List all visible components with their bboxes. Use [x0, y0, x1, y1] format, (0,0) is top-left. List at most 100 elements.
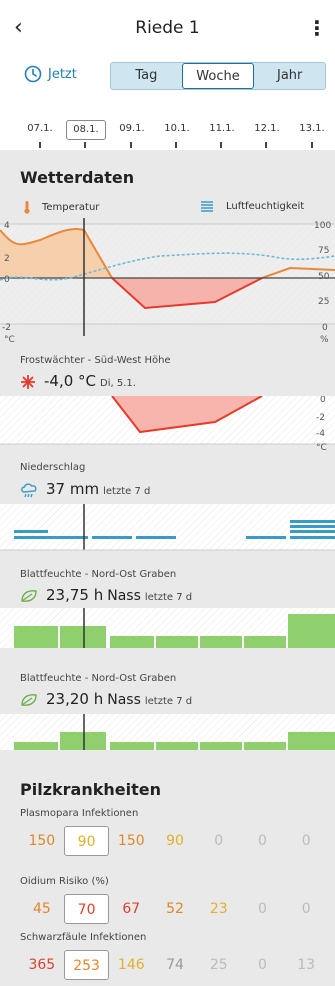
fungi-value-cell[interactable]: 0	[241, 826, 285, 856]
fungi-value-cell[interactable]: 146	[109, 950, 153, 980]
day-label[interactable]: 13.1.	[292, 120, 332, 138]
fungi-value-cell[interactable]: 52	[153, 894, 197, 924]
section-heading-weather: Wetterdaten	[20, 168, 135, 187]
now-label: Jetzt	[48, 66, 77, 82]
day-tick	[175, 142, 177, 148]
legend-temperature-label: Temperatur	[42, 201, 100, 213]
fungi-value-cell[interactable]: 365	[20, 950, 64, 980]
fungi-row-title: Plasmopara Infektionen	[20, 808, 139, 819]
day-tick	[84, 142, 86, 148]
now-button[interactable]: Jetzt	[24, 62, 77, 86]
fungi-value-cell[interactable]: 74	[153, 950, 197, 980]
day-tick	[265, 142, 267, 148]
temp-axis-label: 2	[4, 254, 10, 264]
rain-chart	[0, 504, 335, 551]
tab-week[interactable]: Woche	[181, 63, 255, 89]
leaf-icon	[21, 694, 37, 706]
temp-axis-label: -2	[2, 323, 11, 333]
thermometer-icon	[24, 201, 30, 214]
leaf2-chart	[0, 714, 335, 750]
fungi-value-cell[interactable]: 0	[241, 950, 285, 980]
rain-value-row: 37 mm letzte 7 d	[20, 480, 150, 500]
fungi-row-title: Oidium Risiko (%)	[20, 876, 109, 887]
frost-axis-label: -2	[316, 413, 325, 423]
fungi-value-cell[interactable]: 150	[109, 826, 153, 856]
legend-temperature: Temperatur	[22, 200, 99, 214]
day-label[interactable]: 07.1.	[20, 120, 60, 138]
day-label[interactable]: 09.1.	[112, 120, 152, 138]
fungi-value-cell[interactable]: 90	[153, 826, 197, 856]
frost-axis-label: 0	[320, 396, 326, 405]
fungi-value-cell[interactable]: 0	[284, 826, 328, 856]
tab-year[interactable]: Jahr	[254, 63, 325, 89]
legend-humidity-label: Luftfeuchtigkeit	[226, 200, 305, 212]
page-title: Riede 1	[135, 18, 200, 38]
fungi-value-cell[interactable]: 13	[284, 950, 328, 980]
frost-value-row: -4,0 °C Di, 5.1.	[20, 372, 136, 392]
day-label[interactable]: 11.1.	[202, 120, 242, 138]
fungi-value-cell[interactable]: 0	[241, 894, 285, 924]
fungi-value-cell[interactable]: 23	[197, 894, 241, 924]
frost-chart: 0 -2 -4 °C	[0, 396, 335, 453]
app-root: ‹ Riede 1 ⋮ Jetzt Tag Woche Jahr 07.1. 0…	[0, 0, 335, 986]
leaf2-period: letzte 7 d	[144, 696, 193, 707]
leaf1-value: 23,75 h	[46, 586, 104, 604]
leaf2-value: 23,20 h	[46, 690, 104, 708]
day-tick	[311, 142, 313, 148]
fungi-value-cell[interactable]: 150	[20, 826, 64, 856]
day-label[interactable]: 10.1.	[157, 120, 197, 138]
fungi-value-cell[interactable]: 0	[284, 894, 328, 924]
fungi-value-cell[interactable]: 0	[197, 826, 241, 856]
fungi-row-schwarzfaeule: 365 253 146 74 25 0 13	[20, 950, 328, 980]
hum-axis-label: 0	[322, 323, 328, 333]
hum-axis-label: 25	[318, 297, 329, 307]
leaf1-period: letzte 7 d	[144, 592, 193, 603]
leaf2-state: Nass	[107, 692, 141, 708]
leaf1-value-row: 23,75 h Nass letzte 7 d	[20, 586, 192, 606]
humidity-icon	[201, 201, 213, 212]
temp-axis-unit: °C	[4, 335, 15, 345]
temp-axis-label: 4	[4, 221, 10, 231]
more-options-icon[interactable]: ⋮	[307, 14, 327, 42]
hum-axis-label: 75	[318, 246, 329, 256]
rain-title: Niederschlag	[20, 462, 86, 473]
range-selector: Tag Woche Jahr	[110, 62, 326, 90]
fungi-row-title: Schwarzfäule Infektionen	[20, 932, 147, 943]
fungi-value-cell[interactable]: 67	[109, 894, 153, 924]
leaf-icon	[21, 590, 37, 602]
leaf1-chart	[0, 608, 335, 648]
weather-chart: 4 2 0 -2 °C 100 75 50 25 0 %	[0, 218, 335, 345]
top-bar: ‹ Riede 1 ⋮	[0, 0, 335, 56]
fungi-row-oidium: 45 70 67 52 23 0 0	[20, 894, 328, 924]
frost-axis-unit: °C	[316, 443, 327, 453]
frost-axis-label: -4	[316, 429, 325, 439]
fungi-value-cell[interactable]: 25	[197, 950, 241, 980]
leaf1-state: Nass	[107, 588, 141, 604]
fungi-value-cell[interactable]: 70	[63, 894, 110, 924]
fungi-value-cell[interactable]: 90	[63, 826, 110, 856]
legend-humidity: Luftfeuchtigkeit	[200, 200, 304, 212]
temp-axis-label: 0	[4, 275, 10, 285]
fungi-value-cell[interactable]: 253	[63, 950, 110, 980]
day-tick	[39, 142, 41, 148]
fungi-row-plasmopara: 150 90 150 90 0 0 0	[20, 826, 328, 856]
frost-date: Di, 5.1.	[100, 378, 136, 389]
frost-title: Frostwächter - Süd-West Höhe	[20, 355, 171, 366]
fungi-value-cell[interactable]: 45	[20, 894, 64, 924]
rain-cloud-icon	[21, 483, 37, 498]
hum-axis-label: 100	[314, 221, 331, 231]
day-label[interactable]: 12.1.	[247, 120, 287, 138]
hum-axis-label: 50	[318, 272, 330, 282]
day-label-selected[interactable]: 08.1.	[66, 120, 106, 140]
leaf2-value-row: 23,20 h Nass letzte 7 d	[20, 690, 192, 710]
leaf1-title: Blattfeuchte - Nord-Ost Graben	[20, 569, 177, 580]
day-axis: 07.1. 08.1. 09.1. 10.1. 11.1. 12.1. 13.1…	[0, 114, 335, 150]
rain-period: letzte 7 d	[103, 486, 151, 497]
clock-icon	[24, 65, 42, 83]
leaf2-title: Blattfeuchte - Nord-Ost Graben	[20, 673, 177, 684]
day-tick	[220, 142, 222, 148]
tab-day[interactable]: Tag	[111, 63, 182, 89]
snowflake-icon	[21, 375, 35, 389]
hum-axis-unit: %	[320, 335, 329, 345]
frost-value: -4,0 °C	[44, 372, 97, 390]
